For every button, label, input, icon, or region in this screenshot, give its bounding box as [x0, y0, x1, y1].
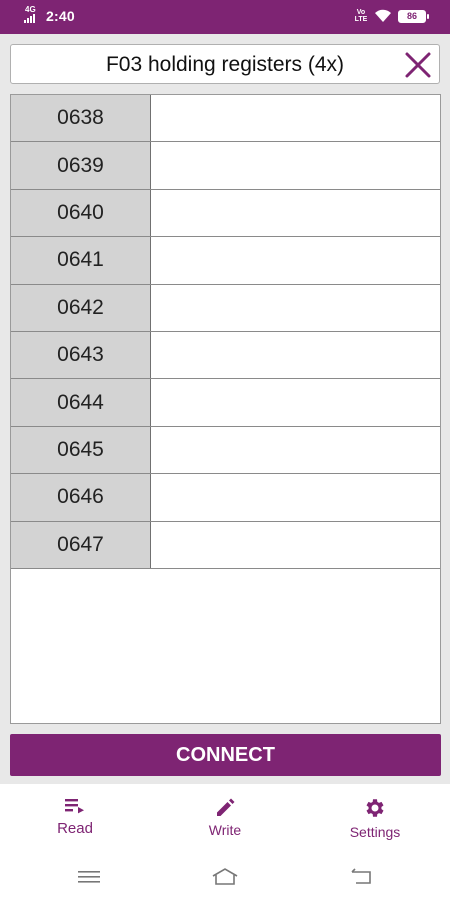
home-icon	[212, 868, 238, 885]
page-title: F03 holding registers (4x)	[105, 53, 345, 76]
register-value[interactable]	[151, 474, 440, 521]
battery-indicator: 86	[398, 9, 429, 23]
pencil-icon	[217, 798, 235, 816]
status-bar: 4G 2:40 Vo LTE 86	[0, 0, 450, 34]
cell-signal-icon: 4G	[24, 5, 42, 23]
register-row[interactable]: 0640	[11, 189, 440, 238]
home-button[interactable]	[210, 864, 240, 890]
register-address: 0647	[11, 521, 151, 568]
nav-write-label: Write	[208, 822, 242, 838]
register-row[interactable]: 0644	[11, 379, 440, 427]
menu-lines-icon	[78, 871, 100, 883]
register-address: 0642	[11, 284, 151, 331]
volte-indicator: Vo LTE	[354, 9, 368, 23]
register-row[interactable]: 0641	[11, 237, 440, 285]
back-button[interactable]	[346, 864, 376, 890]
wifi-icon	[375, 9, 391, 22]
register-row[interactable]: 0647	[11, 521, 440, 569]
connect-button[interactable]: CONNECT	[10, 734, 441, 776]
register-value[interactable]	[151, 189, 440, 237]
nav-read-label: Read	[57, 820, 93, 837]
register-address: 0638	[11, 95, 151, 142]
register-address: 0646	[11, 474, 151, 521]
nav-settings[interactable]: Settings	[300, 784, 450, 856]
read-list-icon	[65, 799, 84, 814]
register-address: 0644	[11, 379, 151, 426]
recent-apps-button[interactable]	[74, 864, 104, 890]
register-row[interactable]: 0646	[11, 474, 440, 522]
status-right: Vo LTE 86	[354, 9, 429, 23]
nav-read[interactable]: Read	[0, 784, 150, 856]
register-value[interactable]	[151, 284, 440, 331]
register-address: 0639	[11, 142, 151, 189]
register-value[interactable]	[151, 426, 440, 474]
register-row[interactable]: 0643	[11, 331, 440, 380]
register-value[interactable]	[151, 237, 440, 284]
register-address: 0641	[11, 237, 151, 284]
register-address: 0645	[11, 426, 151, 474]
register-value[interactable]	[151, 95, 440, 142]
register-address: 0640	[11, 189, 151, 237]
back-icon	[351, 868, 371, 884]
nav-write[interactable]: Write	[150, 784, 300, 856]
register-row[interactable]: 0642	[11, 284, 440, 332]
gear-icon	[366, 799, 384, 817]
close-button[interactable]	[403, 50, 433, 80]
bottom-nav: Read Write Settings	[0, 784, 450, 856]
status-left: 4G 2:40	[24, 5, 75, 24]
status-time: 2:40	[46, 8, 75, 24]
register-row[interactable]: 0638	[11, 95, 440, 143]
nav-settings-label: Settings	[349, 824, 401, 840]
close-icon	[405, 52, 431, 78]
register-value[interactable]	[151, 379, 440, 426]
system-nav-bar	[0, 856, 450, 900]
title-bar: F03 holding registers (4x)	[10, 44, 440, 84]
register-table: 0638 0639 0640 0641 0642 0643 0644 0645 0646 0647	[10, 94, 441, 724]
register-value[interactable]	[151, 331, 440, 379]
register-row[interactable]: 0639	[11, 142, 440, 190]
register-value[interactable]	[151, 521, 440, 568]
register-value[interactable]	[151, 142, 440, 189]
register-row[interactable]: 0645	[11, 426, 440, 475]
register-address: 0643	[11, 331, 151, 379]
network-type: 4G	[25, 5, 36, 14]
